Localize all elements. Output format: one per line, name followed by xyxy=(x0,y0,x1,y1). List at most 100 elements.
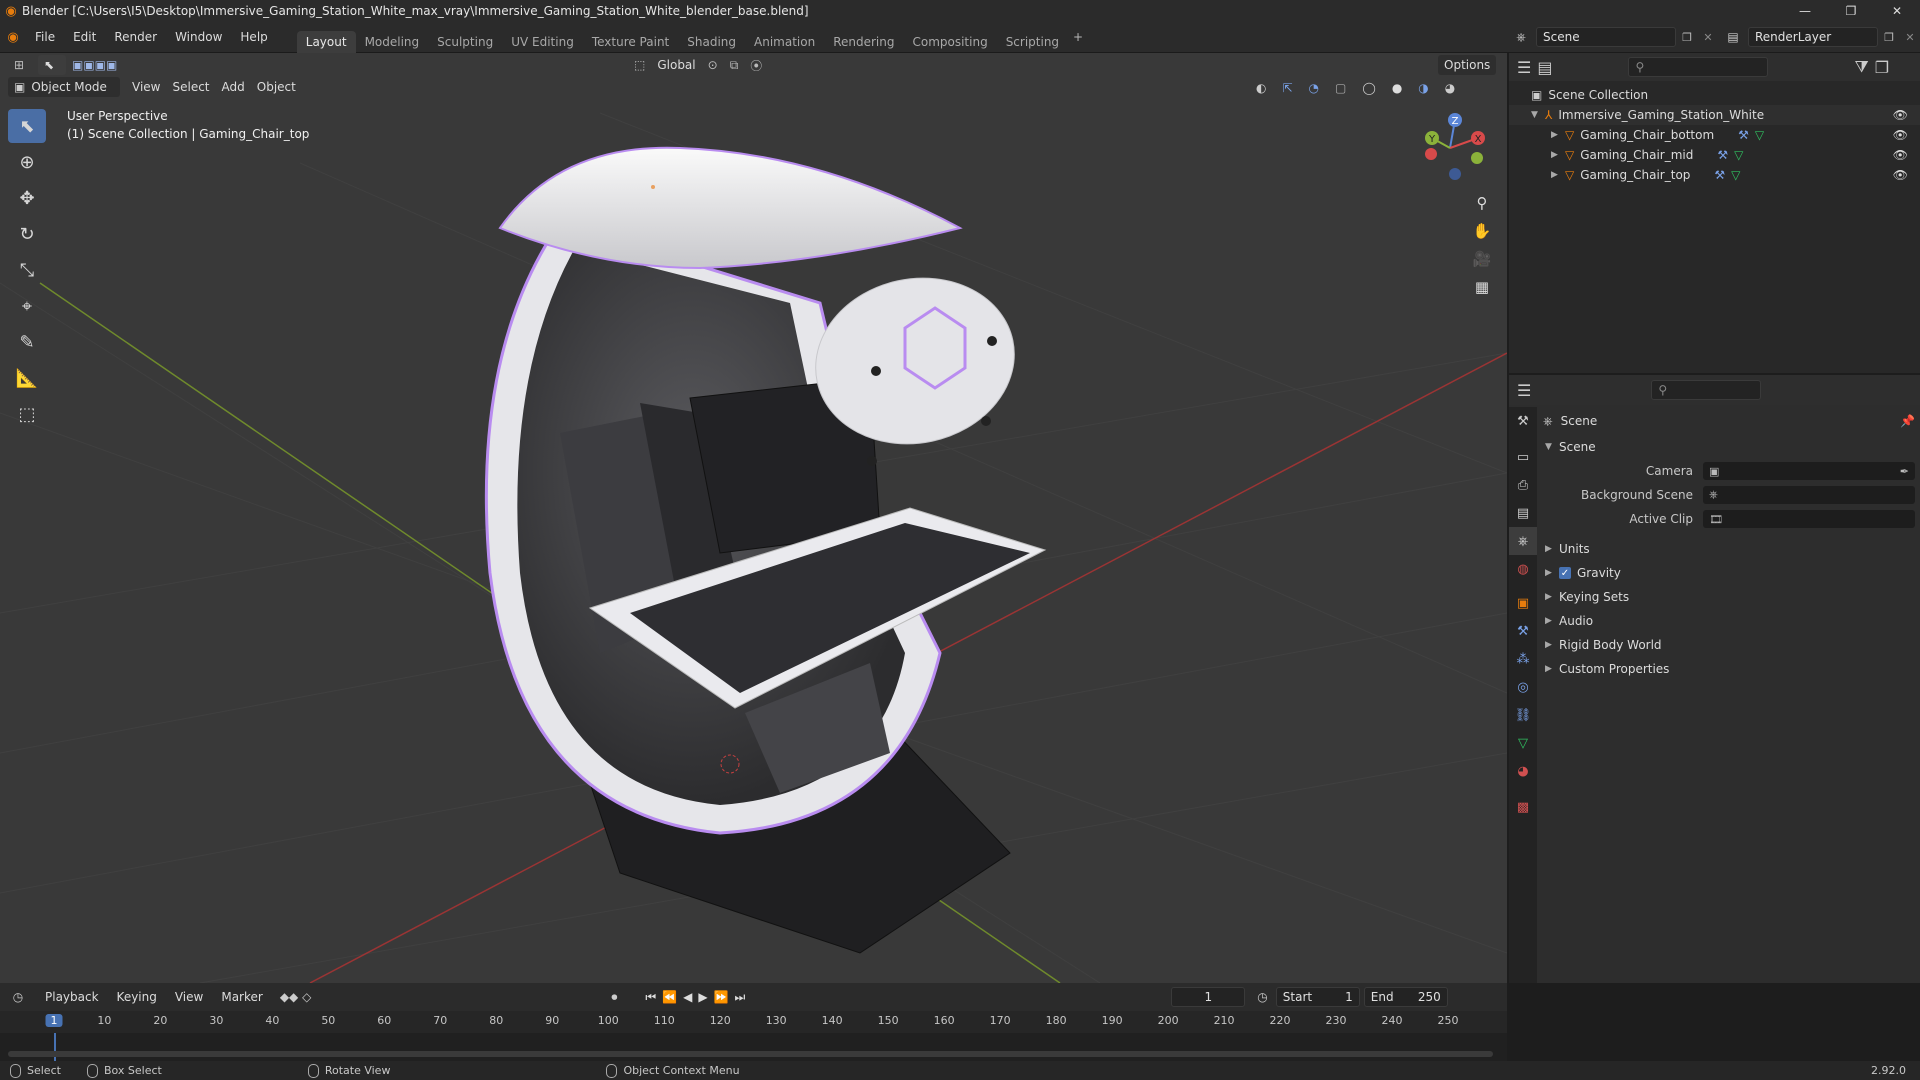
measure-icon[interactable]: 📐 xyxy=(8,361,46,395)
timeline-editor-icon[interactable]: ◷ xyxy=(0,990,36,1004)
visibility-icon[interactable]: ◐ xyxy=(1250,78,1272,98)
select-tool-icon[interactable]: ⬉ xyxy=(38,55,66,75)
mesh-data-icon[interactable]: ▽ xyxy=(1731,168,1740,182)
visibility-eye-icon[interactable]: 👁 xyxy=(1893,168,1908,182)
zoom-icon[interactable]: ⚲ xyxy=(1468,189,1496,217)
properties-search[interactable]: ⚲ xyxy=(1651,380,1762,400)
active-clip-field[interactable]: 🎞 xyxy=(1703,510,1915,528)
tl-menu-keying[interactable]: Keying xyxy=(108,983,166,1011)
current-frame-field[interactable]: 1 xyxy=(1171,987,1246,1007)
vp-menu-add[interactable]: Add xyxy=(216,77,251,97)
menu-edit[interactable]: Edit xyxy=(64,22,105,53)
select-mode-icons[interactable]: ▣▣▣▣ xyxy=(66,55,156,75)
mesh-data-icon[interactable]: ▽ xyxy=(1734,148,1743,162)
collection-row[interactable]: ▼ ⅄ Immersive_Gaming_Station_White 👁 xyxy=(1509,105,1920,125)
add-cube-icon[interactable]: ⬚ xyxy=(8,397,46,431)
blender-menu-icon[interactable]: ◉ xyxy=(0,30,26,45)
mode-dropdown[interactable]: ▣ Object Mode xyxy=(8,77,120,97)
audio-panel[interactable]: ▶ Audio xyxy=(1543,609,1915,633)
tab-material-icon[interactable]: ◕ xyxy=(1509,757,1537,785)
filter-icon[interactable]: ⧩ xyxy=(1854,57,1868,77)
modifier-wrench-icon[interactable]: ⚒ xyxy=(1717,148,1728,162)
modifier-wrench-icon[interactable]: ⚒ xyxy=(1738,128,1749,142)
timeline-ruler[interactable]: 1 10 20 30 40 50 60 70 80 90 100 110 120 130 140 150 160… xyxy=(0,1011,1507,1033)
vp-menu-view[interactable]: View xyxy=(126,77,166,97)
new-renderlayer-icon[interactable]: ❐ xyxy=(1878,31,1900,44)
units-panel[interactable]: ▶ Units xyxy=(1543,537,1915,561)
tab-rendering[interactable]: Rendering xyxy=(824,31,903,53)
keying-sets-panel[interactable]: ▶ Keying Sets xyxy=(1543,585,1915,609)
record-icon[interactable]: ⏺ xyxy=(611,990,617,1005)
visibility-eye-icon[interactable]: 👁 xyxy=(1893,148,1908,162)
tab-animation[interactable]: Animation xyxy=(745,31,824,53)
outliner-item-gaming-chair-bottom[interactable]: ▶ ▽ Gaming_Chair_bottom ⚒ ▽ 👁 xyxy=(1509,125,1920,145)
tab-texture-paint[interactable]: Texture Paint xyxy=(583,31,678,53)
menu-file[interactable]: File xyxy=(26,22,64,53)
expand-triangle-icon[interactable]: ▶ xyxy=(1551,150,1565,160)
minimize-button[interactable]: — xyxy=(1782,0,1828,22)
viewport-3d[interactable]: ⊞ ⬉ ▣▣▣▣ ⬚ Global ⊙ ⧉ ⦿ Options ▣ Object… xyxy=(0,53,1507,983)
playback-controls[interactable]: ⏮⏪◀▶⏩⏭ xyxy=(645,990,751,1005)
wireframe-shading-icon[interactable]: ◯ xyxy=(1356,78,1381,98)
expand-triangle-icon[interactable]: ▶ xyxy=(1551,170,1565,180)
menu-render[interactable]: Render xyxy=(105,22,166,53)
scene-selector-icon[interactable]: ⎈ xyxy=(1506,30,1536,45)
tab-constraints-icon[interactable]: ⛓ xyxy=(1509,701,1537,729)
tab-uv-editing[interactable]: UV Editing xyxy=(502,31,583,53)
navigation-gizmo[interactable]: Z X Y xyxy=(1415,108,1485,188)
rotate-icon[interactable]: ↻ xyxy=(8,217,46,251)
scene-field[interactable]: Scene xyxy=(1536,27,1676,47)
tab-output-icon[interactable]: ⎙ xyxy=(1509,471,1537,499)
start-frame-field[interactable]: Start 1 xyxy=(1275,987,1360,1007)
xray-icon[interactable]: ▢ xyxy=(1329,78,1352,98)
editor-type-icon[interactable]: ⊞ xyxy=(8,55,38,75)
maximize-button[interactable]: ❐ xyxy=(1828,0,1874,22)
solid-shading-icon[interactable]: ● xyxy=(1386,78,1408,98)
new-scene-icon[interactable]: ❐ xyxy=(1676,31,1698,44)
gizmo-toggle-icon[interactable]: ⇱ xyxy=(1276,78,1298,98)
scene-panel-header[interactable]: ▼ Scene xyxy=(1543,435,1915,459)
vp-menu-select[interactable]: Select xyxy=(166,77,215,97)
visibility-eye-icon[interactable]: 👁 xyxy=(1893,128,1908,142)
scale-icon[interactable]: ⤡ xyxy=(8,253,46,287)
tab-modeling[interactable]: Modeling xyxy=(356,31,429,53)
material-shading-icon[interactable]: ◑ xyxy=(1412,78,1434,98)
pin-icon[interactable]: 📌 xyxy=(1900,414,1915,428)
scene-collection-row[interactable]: ▣ Scene Collection xyxy=(1509,85,1920,105)
tab-scripting[interactable]: Scripting xyxy=(997,31,1068,53)
tab-data-icon[interactable]: ▽ xyxy=(1509,729,1537,757)
outliner-editor-icon[interactable]: ☰ xyxy=(1517,58,1531,77)
close-button[interactable]: ✕ xyxy=(1874,0,1920,22)
gravity-panel[interactable]: ▶ ✓ Gravity xyxy=(1543,561,1915,585)
outliner-item-gaming-chair-mid[interactable]: ▶ ▽ Gaming_Chair_mid ⚒ ▽ 👁 xyxy=(1509,145,1920,165)
properties-editor-icon[interactable]: ☰ xyxy=(1517,381,1531,400)
menu-help[interactable]: Help xyxy=(231,22,276,53)
tab-object-icon[interactable]: ▣ xyxy=(1509,589,1537,617)
overlay-toggle-icon[interactable]: ◔ xyxy=(1303,78,1325,98)
outliner-item-gaming-chair-top[interactable]: ▶ ▽ Gaming_Chair_top ⚒ ▽ 👁 xyxy=(1509,165,1920,185)
timeline-scrollbar[interactable] xyxy=(8,1051,1493,1057)
tab-texture-icon[interactable]: ▩ xyxy=(1509,793,1537,821)
tab-tool-icon[interactable]: ⚒ xyxy=(1509,407,1537,435)
tab-view-layer-icon[interactable]: ▤ xyxy=(1509,499,1537,527)
tab-world-icon[interactable]: ◍ xyxy=(1509,555,1537,583)
orientation-dropdown[interactable]: Global xyxy=(651,55,701,75)
mesh-data-icon[interactable]: ▽ xyxy=(1755,128,1764,142)
ortho-grid-icon[interactable]: ▦ xyxy=(1468,273,1496,301)
camera-view-icon[interactable]: 🎥 xyxy=(1468,245,1496,273)
visibility-eye-icon[interactable]: 👁 xyxy=(1893,108,1908,122)
menu-window[interactable]: Window xyxy=(166,22,231,53)
add-workspace-icon[interactable]: + xyxy=(1068,30,1088,44)
tab-sculpting[interactable]: Sculpting xyxy=(428,31,502,53)
renderlayer-icon[interactable]: ▤ xyxy=(1718,30,1748,44)
timeline-track[interactable] xyxy=(0,1033,1507,1061)
custom-properties-panel[interactable]: ▶ Custom Properties xyxy=(1543,657,1915,681)
modifier-wrench-icon[interactable]: ⚒ xyxy=(1714,168,1725,182)
new-collection-icon[interactable]: ❐ xyxy=(1875,58,1889,77)
gravity-checkbox[interactable]: ✓ xyxy=(1559,567,1571,579)
annotate-icon[interactable]: ✎ xyxy=(8,325,46,359)
cursor-icon[interactable]: ⊕ xyxy=(8,145,46,179)
pivot-icon[interactable]: ⊙ xyxy=(702,55,724,75)
delete-renderlayer-icon[interactable]: ✕ xyxy=(1900,31,1920,44)
pan-hand-icon[interactable]: ✋ xyxy=(1468,217,1496,245)
